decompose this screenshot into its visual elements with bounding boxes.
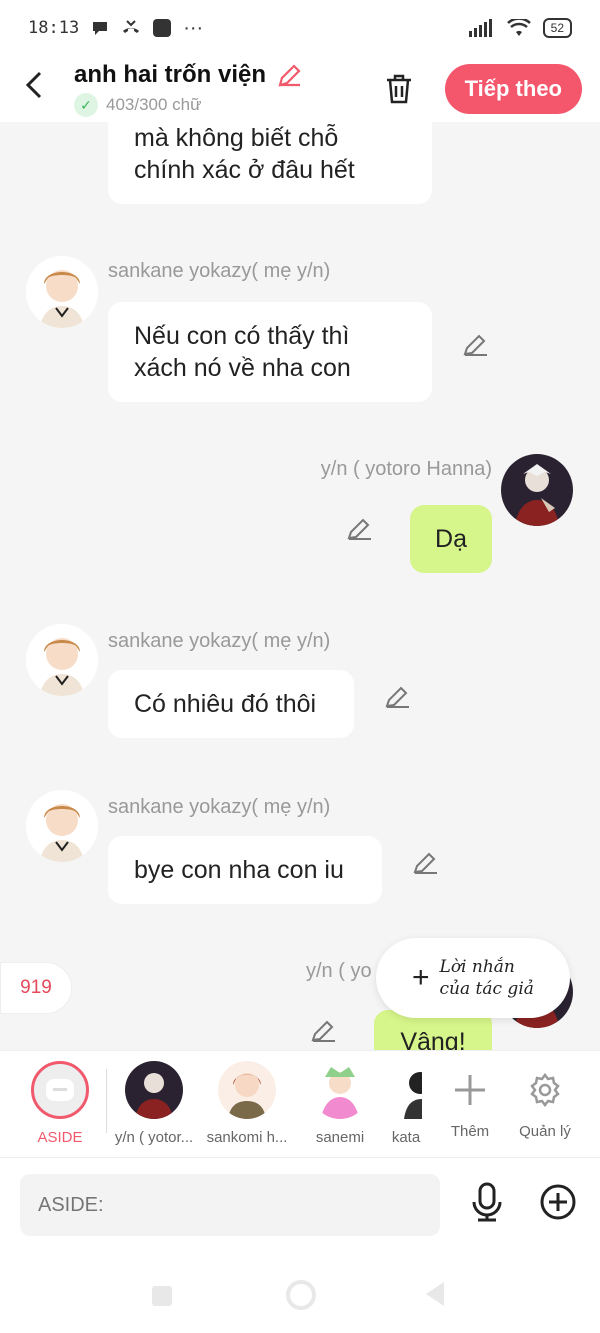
author-note-line2: của tác giả bbox=[439, 979, 534, 999]
message-bubble[interactable]: mà không biết chỗ chính xác ở đâu hết bbox=[108, 122, 432, 204]
avatar-image-icon bbox=[26, 256, 98, 328]
word-count: 403/300 chữ bbox=[106, 95, 202, 114]
character-selector: ASIDE y/n ( yotor... sankomi h... sanemi… bbox=[0, 1050, 600, 1158]
character-item[interactable]: sanemi bbox=[310, 1061, 370, 1146]
character-aside[interactable]: ASIDE bbox=[30, 1061, 90, 1146]
plus-icon: + bbox=[412, 961, 430, 994]
avatar-image-icon bbox=[218, 1061, 276, 1119]
author-note-button[interactable]: + Lời nhắn của tác giả bbox=[376, 938, 570, 1018]
divider bbox=[106, 1069, 107, 1133]
avatar-image-icon bbox=[390, 1061, 422, 1119]
editor-header: anh hai trốn viện ✓ 403/300 chữ Tiếp the… bbox=[0, 56, 600, 122]
character-avatar[interactable] bbox=[26, 790, 98, 862]
home-button[interactable] bbox=[286, 1280, 316, 1310]
chat-bubble-icon bbox=[93, 22, 108, 35]
aside-icon bbox=[46, 1079, 74, 1101]
next-button[interactable]: Tiếp theo bbox=[444, 64, 582, 114]
character-label: sanemi bbox=[315, 1129, 365, 1146]
message-author: sankane yokazy( mẹ y/n) bbox=[108, 796, 331, 818]
character-label: kata bbox=[391, 1129, 421, 1146]
message-bubble[interactable]: Nếu con có thấy thì xách nó về nha con bbox=[108, 302, 432, 402]
message-bubble[interactable]: Dạ bbox=[410, 505, 492, 573]
character-label: sankomi h... bbox=[206, 1129, 288, 1146]
status-time: 18:13 bbox=[28, 18, 80, 38]
system-back-button[interactable] bbox=[426, 1282, 444, 1306]
check-icon: ✓ bbox=[74, 93, 98, 117]
gear-icon bbox=[530, 1072, 560, 1108]
character-item[interactable]: y/n ( yotor... bbox=[112, 1061, 196, 1146]
chevron-left-icon bbox=[25, 71, 42, 99]
message-author: y/n ( yotoro Hanna) bbox=[320, 458, 492, 480]
character-avatar bbox=[390, 1061, 422, 1119]
message-author: sankane yokazy( mẹ y/n) bbox=[108, 630, 331, 652]
character-item[interactable]: sankomi h... bbox=[204, 1061, 290, 1146]
voice-button[interactable] bbox=[470, 1182, 504, 1227]
microphone-icon bbox=[472, 1182, 502, 1222]
character-item[interactable]: kata bbox=[390, 1061, 422, 1146]
message-author: y/n ( yo bbox=[306, 960, 372, 982]
message-bubble[interactable]: Có nhiêu đó thôi bbox=[108, 670, 354, 738]
edit-title-icon[interactable] bbox=[276, 61, 304, 89]
manage-button[interactable]: Quản lý bbox=[514, 1061, 576, 1140]
add-character-button[interactable]: Thêm bbox=[440, 1061, 500, 1140]
character-label: y/n ( yotor... bbox=[114, 1129, 194, 1146]
avatar-image-icon bbox=[501, 454, 573, 526]
add-content-button[interactable] bbox=[538, 1182, 578, 1227]
add-circle-icon bbox=[540, 1184, 576, 1220]
message-bubble[interactable]: bye con nha con iu bbox=[108, 836, 382, 904]
title-block: anh hai trốn viện ✓ 403/300 chữ bbox=[74, 61, 304, 117]
missed-call-icon bbox=[123, 20, 140, 33]
app-icon bbox=[153, 19, 172, 37]
author-note-line1: Lời nhắn bbox=[439, 957, 515, 977]
character-avatar bbox=[125, 1061, 183, 1119]
back-button[interactable] bbox=[24, 71, 54, 107]
character-avatar[interactable] bbox=[501, 454, 573, 526]
plus-icon bbox=[455, 1075, 485, 1105]
recent-apps-button[interactable] bbox=[152, 1286, 172, 1306]
status-bar: 18:13 ··· 52 bbox=[0, 0, 600, 56]
character-label: ASIDE bbox=[37, 1129, 83, 1146]
wifi-icon bbox=[506, 19, 531, 36]
character-avatar bbox=[218, 1061, 276, 1119]
add-label: Thêm bbox=[450, 1123, 490, 1140]
character-avatar[interactable] bbox=[26, 624, 98, 696]
manage-label: Quản lý bbox=[519, 1123, 571, 1140]
more-dots: ··· bbox=[183, 16, 204, 39]
edit-message-icon[interactable] bbox=[310, 1016, 338, 1044]
avatar-image-icon bbox=[26, 790, 98, 862]
message-count-badge[interactable]: 919 bbox=[0, 962, 72, 1014]
delete-button[interactable] bbox=[379, 69, 419, 109]
avatar-image-icon bbox=[125, 1061, 183, 1119]
composer-bar bbox=[0, 1158, 600, 1258]
edit-message-icon[interactable] bbox=[384, 682, 412, 710]
character-avatar bbox=[311, 1061, 369, 1119]
edit-message-icon[interactable] bbox=[346, 514, 374, 542]
chat-area[interactable]: mà không biết chỗ chính xác ở đâu hết sa… bbox=[0, 122, 600, 1050]
signal-icon bbox=[468, 19, 492, 37]
aside-input[interactable] bbox=[20, 1174, 440, 1236]
edit-message-icon[interactable] bbox=[462, 330, 490, 358]
system-nav-bar bbox=[0, 1258, 600, 1333]
trash-icon bbox=[386, 74, 411, 104]
message-author: sankane yokazy( mẹ y/n) bbox=[108, 260, 331, 282]
battery-indicator: 52 bbox=[542, 18, 572, 38]
character-avatar[interactable] bbox=[26, 256, 98, 328]
avatar-image-icon bbox=[311, 1061, 369, 1119]
avatar-image-icon bbox=[26, 624, 98, 696]
edit-message-icon[interactable] bbox=[412, 848, 440, 876]
story-title: anh hai trốn viện bbox=[74, 61, 267, 88]
